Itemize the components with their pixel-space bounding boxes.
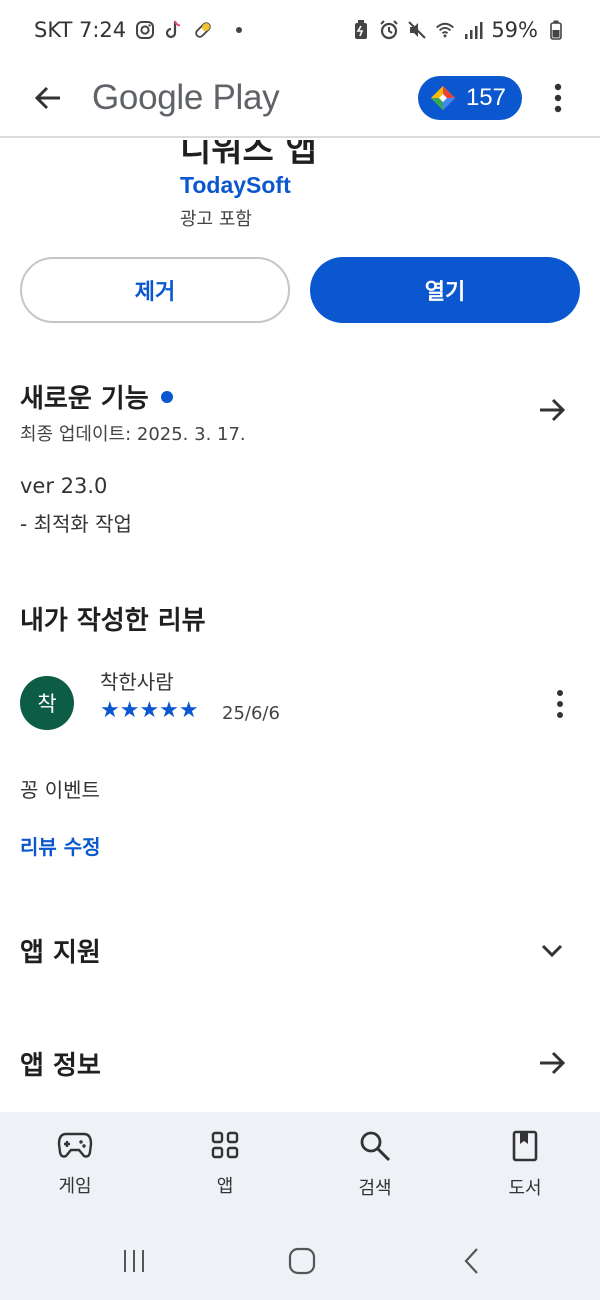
apps-grid-icon bbox=[211, 1131, 239, 1159]
avatar: 착 bbox=[20, 676, 74, 730]
back-arrow-icon bbox=[34, 86, 60, 110]
nav-item-books[interactable]: 도서 bbox=[450, 1112, 600, 1222]
nav-label-games: 게임 bbox=[58, 1176, 92, 1197]
notification-dot-icon bbox=[236, 27, 243, 33]
version-text: ver 23.0 bbox=[20, 474, 108, 498]
status-bar: SKT 7:24 59% bbox=[0, 0, 600, 60]
open-button[interactable]: 열기 bbox=[310, 257, 580, 323]
recent-apps-button[interactable] bbox=[114, 1244, 154, 1278]
back-button[interactable] bbox=[22, 72, 74, 124]
uninstall-button[interactable]: 제거 bbox=[20, 257, 290, 323]
nav-item-games[interactable]: 게임 bbox=[0, 1112, 150, 1222]
play-points-count: 157 bbox=[465, 84, 506, 111]
app-name-clip: 디워즈 앱 bbox=[180, 140, 480, 166]
play-points-badge[interactable]: 157 bbox=[417, 76, 522, 120]
mute-icon bbox=[407, 20, 427, 40]
review-date: 25/6/6 bbox=[222, 703, 280, 724]
home-icon bbox=[288, 1247, 316, 1275]
home-button[interactable] bbox=[282, 1244, 322, 1278]
play-points-icon bbox=[430, 86, 455, 110]
system-navigation-bar bbox=[0, 1222, 600, 1300]
chevron-left-icon bbox=[464, 1248, 478, 1274]
tiktok-icon bbox=[164, 20, 184, 40]
pill-icon bbox=[193, 20, 213, 40]
review-more-button[interactable] bbox=[546, 686, 574, 722]
battery-saver-icon bbox=[351, 20, 371, 40]
contains-ads-label: 광고 포함 bbox=[180, 209, 252, 230]
app-support-section[interactable]: 앱 지원 bbox=[20, 932, 101, 969]
more-vert-icon bbox=[554, 83, 562, 113]
instagram-icon bbox=[135, 20, 155, 40]
nav-label-apps: 앱 bbox=[216, 1176, 234, 1197]
arrow-right-icon bbox=[540, 398, 566, 422]
app-bar-title: Google Play bbox=[92, 78, 280, 117]
whats-new-arrow-button[interactable] bbox=[534, 392, 570, 428]
app-support-expand-button[interactable] bbox=[534, 932, 570, 968]
more-options-button[interactable] bbox=[536, 72, 580, 124]
battery-percent: 59% bbox=[491, 18, 538, 42]
search-icon bbox=[360, 1131, 391, 1162]
battery-icon bbox=[546, 20, 566, 40]
signal-icon bbox=[463, 20, 483, 40]
app-info-arrow-button[interactable] bbox=[534, 1045, 570, 1081]
recent-apps-icon bbox=[124, 1250, 144, 1272]
nav-item-search[interactable]: 검색 bbox=[300, 1112, 450, 1222]
chevron-down-icon bbox=[541, 944, 563, 958]
whats-new-title: 새로운 기능 bbox=[20, 384, 149, 414]
carrier-time: SKT 7:24 bbox=[34, 18, 127, 42]
edit-review-link[interactable]: 리뷰 수정 bbox=[20, 831, 101, 860]
app-info-section[interactable]: 앱 정보 bbox=[20, 1045, 101, 1082]
last-updated-text: 최종 업데이트: 2025. 3. 17. bbox=[20, 424, 246, 445]
bottom-navigation: 게임 앱 검색 도서 bbox=[0, 1112, 600, 1222]
review-text: 꽁 이벤트 bbox=[20, 778, 100, 802]
alarm-icon bbox=[379, 20, 399, 40]
app-name: 디워즈 앱 bbox=[180, 140, 317, 166]
nav-label-search: 검색 bbox=[358, 1178, 392, 1199]
developer-link[interactable]: TodaySoft bbox=[180, 172, 291, 199]
my-review-title: 내가 작성한 리뷰 bbox=[20, 606, 206, 636]
nav-item-apps[interactable]: 앱 bbox=[150, 1112, 300, 1222]
nav-label-books: 도서 bbox=[508, 1178, 542, 1199]
wifi-icon bbox=[435, 20, 455, 40]
top-app-bar: Google Play 157 bbox=[0, 60, 600, 138]
whats-new-header[interactable]: 새로운 기능 bbox=[20, 378, 173, 415]
reviewer-name: 착한사람 bbox=[100, 670, 174, 694]
new-indicator-dot bbox=[160, 390, 173, 403]
book-icon bbox=[512, 1130, 538, 1162]
system-back-button[interactable] bbox=[452, 1244, 492, 1278]
gamepad-icon bbox=[57, 1132, 93, 1158]
star-rating: ★★★★★ bbox=[100, 698, 199, 723]
arrow-right-icon bbox=[540, 1051, 566, 1075]
more-vert-icon bbox=[557, 690, 563, 718]
release-notes-text: - 최적화 작업 bbox=[20, 512, 132, 536]
